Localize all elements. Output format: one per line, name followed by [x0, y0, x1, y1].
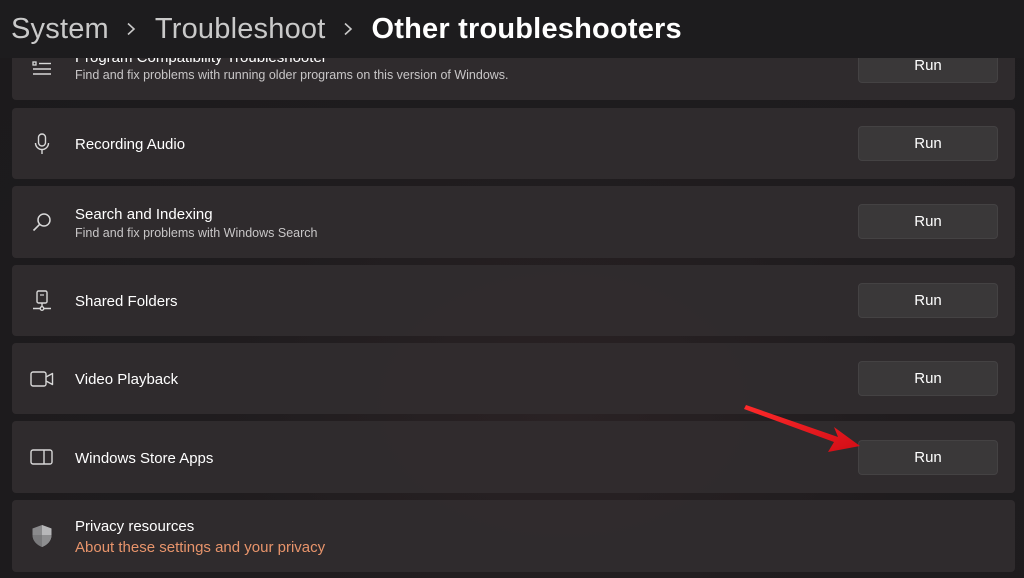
- settings-page: System Troubleshoot Other troubleshooter…: [0, 0, 1024, 578]
- troubleshooter-description: Find and fix problems with running older…: [75, 68, 509, 82]
- shield-icon: [30, 524, 54, 548]
- run-button-video-playback[interactable]: Run: [858, 361, 998, 396]
- troubleshooter-windows-store-apps: Windows Store Apps Run: [12, 421, 1015, 493]
- troubleshooter-description: Find and fix problems with Windows Searc…: [75, 226, 318, 240]
- troubleshooter-title: Shared Folders: [75, 293, 178, 310]
- chevron-right-icon: [126, 22, 136, 36]
- troubleshooter-search-and-indexing: Search and Indexing Find and fix problem…: [12, 186, 1015, 258]
- run-button-search-and-indexing[interactable]: Run: [858, 204, 998, 239]
- troubleshooter-title: Search and Indexing: [75, 206, 213, 223]
- store-apps-icon: [30, 445, 54, 469]
- run-button-recording-audio[interactable]: Run: [858, 126, 998, 161]
- run-button-windows-store-apps[interactable]: Run: [858, 440, 998, 475]
- microphone-icon: [30, 132, 54, 156]
- troubleshooter-recording-audio: Recording Audio Run: [12, 108, 1015, 179]
- breadcrumb-system[interactable]: System: [11, 14, 109, 44]
- troubleshooter-title: Recording Audio: [75, 136, 186, 153]
- video-camera-icon: [30, 367, 54, 391]
- troubleshooter-title: Video Playback: [75, 371, 179, 388]
- list-icon: [30, 56, 54, 80]
- run-button-shared-folders[interactable]: Run: [858, 283, 998, 318]
- privacy-resources: Privacy resources About these settings a…: [12, 500, 1015, 572]
- troubleshooter-title: Windows Store Apps: [75, 450, 214, 467]
- search-icon: [30, 210, 54, 234]
- privacy-link[interactable]: About these settings and your privacy: [75, 539, 325, 556]
- breadcrumb: System Troubleshoot Other troubleshooter…: [0, 0, 1024, 58]
- privacy-title: Privacy resources: [75, 518, 195, 535]
- chevron-right-icon: [343, 22, 353, 36]
- troubleshooter-video-playback: Video Playback Run: [12, 343, 1015, 414]
- shared-folder-icon: [30, 289, 54, 313]
- troubleshooter-shared-folders: Shared Folders Run: [12, 265, 1015, 336]
- page-title: Other troubleshooters: [371, 12, 682, 45]
- breadcrumb-troubleshoot[interactable]: Troubleshoot: [155, 14, 326, 44]
